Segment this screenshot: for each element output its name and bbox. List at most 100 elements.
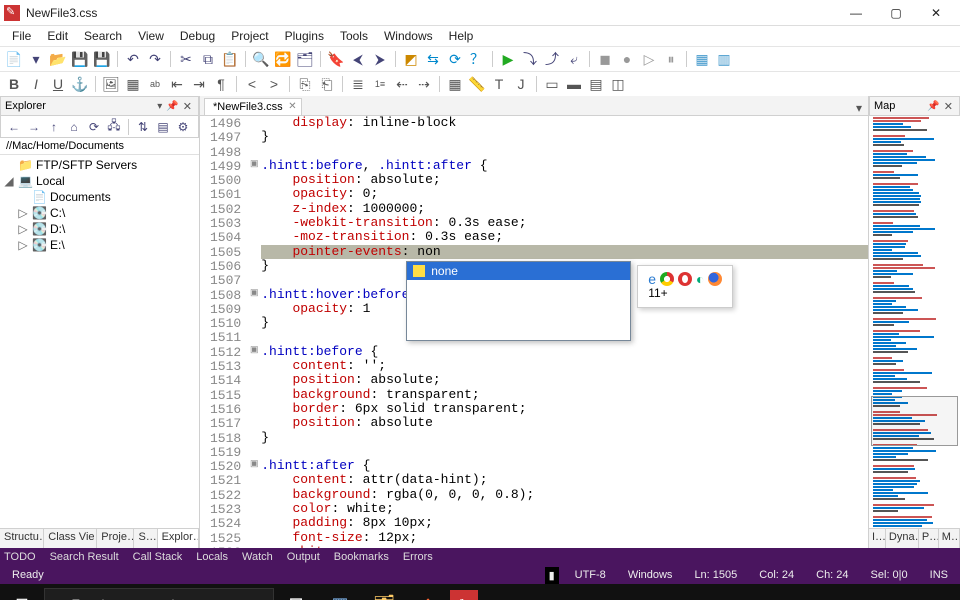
continue-icon[interactable]: ▷ bbox=[639, 49, 659, 69]
tab-list-icon[interactable]: ▾ bbox=[850, 101, 868, 115]
explorer-tree[interactable]: 📁FTP/SFTP Servers◢💻Local📄Documents▷💽C:\▷… bbox=[0, 155, 199, 528]
text-icon[interactable]: T bbox=[489, 74, 509, 94]
grid2-icon[interactable]: ▥ bbox=[714, 49, 734, 69]
bold-icon[interactable]: B bbox=[4, 74, 24, 94]
tree-item[interactable]: ▷💽D:\ bbox=[4, 221, 195, 237]
list-ul-icon[interactable]: ≣ bbox=[348, 74, 368, 94]
next-bookmark-icon[interactable]: ⮞ bbox=[370, 49, 390, 69]
italic-icon[interactable]: I bbox=[26, 74, 46, 94]
replace-icon[interactable]: 🔁 bbox=[273, 49, 293, 69]
bottom-tab-locals[interactable]: Locals bbox=[196, 551, 228, 563]
outdent-icon[interactable]: ⇠ bbox=[392, 74, 412, 94]
bottom-tab-bookmarks[interactable]: Bookmarks bbox=[334, 551, 389, 563]
right-tab[interactable]: P… bbox=[919, 529, 939, 548]
step-into-icon[interactable]: ⤴ bbox=[542, 49, 562, 69]
save-icon[interactable]: 💾 bbox=[70, 49, 90, 69]
minimap[interactable] bbox=[869, 116, 960, 528]
right-tab[interactable]: Dyna… bbox=[886, 529, 919, 548]
copy-icon[interactable]: ⧉ bbox=[198, 49, 218, 69]
anchor-icon[interactable]: ⚓ bbox=[70, 74, 90, 94]
right-tab[interactable]: I… bbox=[869, 529, 886, 548]
code-area[interactable]: display: inline-block} .hintt:before, .h… bbox=[261, 116, 868, 548]
refresh-icon[interactable]: ⟳ bbox=[85, 118, 103, 136]
pin-icon[interactable]: 📌 bbox=[164, 101, 180, 112]
stop-icon[interactable]: ◼ bbox=[595, 49, 615, 69]
taskbar-explorer-icon[interactable]: 🗂 bbox=[362, 584, 406, 600]
map-pin-icon[interactable]: 📌 bbox=[925, 101, 941, 112]
table-icon[interactable]: ▦ bbox=[123, 74, 143, 94]
close-button[interactable]: ✕ bbox=[916, 1, 956, 25]
menu-project[interactable]: Project bbox=[223, 27, 276, 45]
find-icon[interactable]: 🔍 bbox=[251, 49, 271, 69]
tree-item[interactable]: 📄Documents bbox=[4, 189, 195, 205]
settings-icon[interactable]: ⚙ bbox=[174, 118, 192, 136]
json-icon[interactable]: J bbox=[511, 74, 531, 94]
list-ol-icon[interactable]: 1≡ bbox=[370, 74, 390, 94]
explorer-tab[interactable]: Explor… bbox=[158, 529, 199, 548]
highlight-icon[interactable]: ◩ bbox=[401, 49, 421, 69]
tree-item[interactable]: ▷💽C:\ bbox=[4, 205, 195, 221]
new-dropdown-icon[interactable]: ▾ bbox=[26, 49, 46, 69]
menu-view[interactable]: View bbox=[130, 27, 172, 45]
code-editor[interactable]: 1496149714981499150015011502150315041505… bbox=[200, 116, 868, 548]
input-icon[interactable]: ▬ bbox=[564, 74, 584, 94]
filter-icon[interactable]: ▤ bbox=[154, 118, 172, 136]
taskbar-app-1-icon[interactable]: ▥ bbox=[318, 584, 362, 600]
tag-close-icon[interactable]: > bbox=[264, 74, 284, 94]
menu-search[interactable]: Search bbox=[76, 27, 130, 45]
bottom-tab-errors[interactable]: Errors bbox=[403, 551, 433, 563]
step-out-icon[interactable]: ⤶ bbox=[564, 49, 584, 69]
indent-left-icon[interactable]: ⇤ bbox=[167, 74, 187, 94]
abc-icon[interactable]: ab bbox=[145, 74, 165, 94]
taskbar-editor-icon[interactable]: ✎ bbox=[450, 590, 478, 600]
fold-gutter[interactable]: ▣▣▣▣ bbox=[247, 116, 261, 548]
menu-file[interactable]: File bbox=[4, 27, 39, 45]
status-os[interactable]: Windows bbox=[622, 569, 679, 581]
explorer-tab[interactable]: Structu… bbox=[0, 529, 44, 548]
redo-icon[interactable]: ↷ bbox=[145, 49, 165, 69]
explorer-tab[interactable]: Proje… bbox=[97, 529, 134, 548]
back-icon[interactable]: ← bbox=[5, 118, 23, 136]
help-icon[interactable]: ？ bbox=[467, 49, 487, 69]
save-all-icon[interactable]: 💾 bbox=[92, 49, 112, 69]
underline-icon[interactable]: U bbox=[48, 74, 68, 94]
cut-icon[interactable]: ✂ bbox=[176, 49, 196, 69]
grid1-icon[interactable]: ▦ bbox=[692, 49, 712, 69]
status-encoding[interactable]: UTF-8 bbox=[569, 569, 612, 581]
status-insert-mode[interactable]: INS bbox=[924, 569, 954, 581]
pilcrow-icon[interactable]: ¶ bbox=[211, 74, 231, 94]
tag-open-icon[interactable]: < bbox=[242, 74, 262, 94]
task-view-icon[interactable]: ⊡ bbox=[274, 584, 318, 600]
explorer-path[interactable]: //Mac/Home/Documents bbox=[0, 138, 199, 155]
form-icon[interactable]: ▭ bbox=[542, 74, 562, 94]
sync-icon[interactable]: ⟳ bbox=[445, 49, 465, 69]
explorer-menu-icon[interactable]: ▾ bbox=[155, 101, 164, 112]
bottom-tab-watch[interactable]: Watch bbox=[242, 551, 273, 563]
prev-bookmark-icon[interactable]: ⮜ bbox=[348, 49, 368, 69]
bottom-tab-call-stack[interactable]: Call Stack bbox=[133, 551, 183, 563]
menu-plugins[interactable]: Plugins bbox=[277, 27, 332, 45]
right-tab[interactable]: M… bbox=[939, 529, 960, 548]
image-icon[interactable]: 🖼 bbox=[101, 74, 121, 94]
forward-icon[interactable]: → bbox=[25, 118, 43, 136]
tree-item[interactable]: ◢💻Local bbox=[4, 173, 195, 189]
completion-popup[interactable]: none bbox=[406, 261, 631, 341]
explorer-close-icon[interactable]: ✕ bbox=[181, 100, 194, 113]
tree-item[interactable]: ▷💽E:\ bbox=[4, 237, 195, 253]
open-icon[interactable]: 📂 bbox=[48, 49, 68, 69]
explorer-tab[interactable]: Class Vie… bbox=[44, 529, 97, 548]
paste-icon[interactable]: 📋 bbox=[220, 49, 240, 69]
record-icon[interactable]: ● bbox=[617, 49, 637, 69]
bottom-tab-todo[interactable]: TODO bbox=[4, 551, 36, 563]
run-icon[interactable]: ▶ bbox=[498, 49, 518, 69]
indent-right-icon[interactable]: ⇥ bbox=[189, 74, 209, 94]
tab-close-icon[interactable]: ✕ bbox=[288, 101, 296, 112]
explorer-tab[interactable]: S… bbox=[134, 529, 157, 548]
comment-icon[interactable]: ⎘ bbox=[295, 74, 315, 94]
bottom-tab-search-result[interactable]: Search Result bbox=[50, 551, 119, 563]
window-icon[interactable]: ◫ bbox=[608, 74, 628, 94]
status-terminal-icon[interactable]: ▮ bbox=[545, 567, 559, 584]
table2-icon[interactable]: ▦ bbox=[445, 74, 465, 94]
menu-windows[interactable]: Windows bbox=[376, 27, 441, 45]
step-over-icon[interactable]: ⤵ bbox=[520, 49, 540, 69]
